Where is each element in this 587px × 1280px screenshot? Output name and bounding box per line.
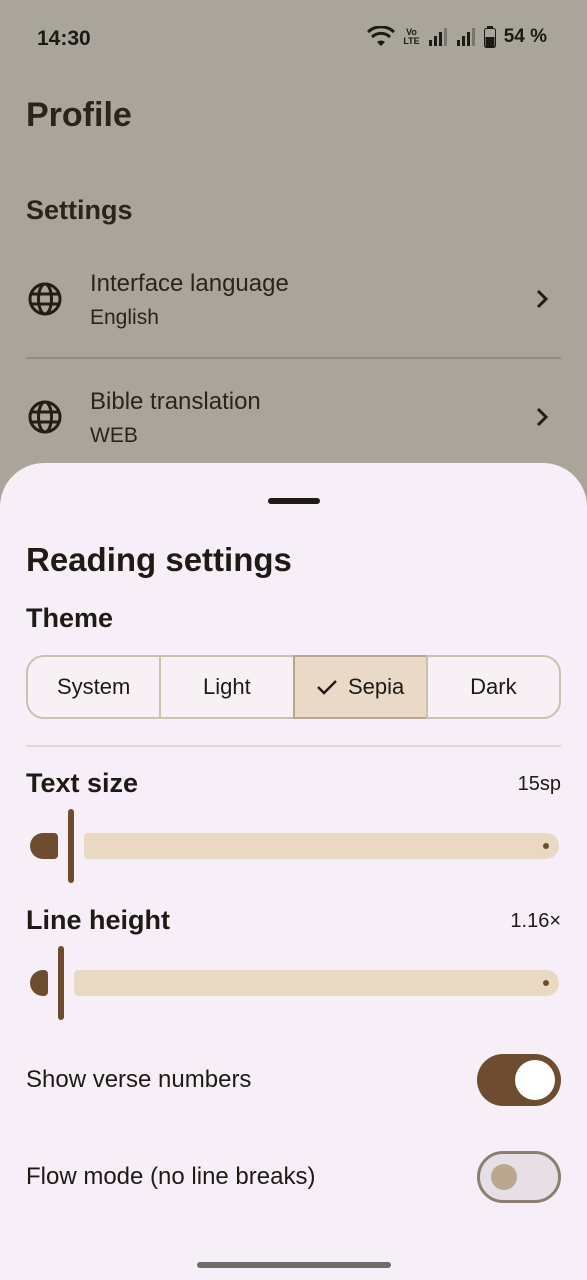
theme-option-label: Light: [203, 674, 251, 699]
divider: [26, 745, 561, 747]
flow-mode-switch[interactable]: [477, 1151, 561, 1203]
show-verse-numbers-label: Show verse numbers: [26, 1066, 252, 1093]
theme-label: Theme: [26, 603, 114, 633]
line-height-value: 1.16×: [510, 910, 561, 932]
line-height-slider[interactable]: [26, 946, 561, 1020]
slider-end-stop: [543, 843, 549, 849]
divider: [26, 357, 561, 359]
sheet-title: Reading settings: [26, 541, 292, 578]
status-bar: 14:30 Vo LTE 54 %: [0, 0, 587, 78]
row-subtitle: WEB: [90, 424, 138, 447]
theme-option-sepia[interactable]: Sepia: [292, 655, 428, 719]
switch-knob: [515, 1060, 555, 1100]
slider-active-track: [30, 970, 48, 996]
volte-bottom-text: LTE: [403, 36, 420, 46]
chevron-right-icon: [536, 407, 549, 427]
line-height-label: Line height: [26, 905, 170, 935]
globe-icon: [28, 400, 62, 434]
theme-option-light[interactable]: Light: [159, 655, 295, 719]
row-subtitle: English: [90, 306, 159, 329]
theme-segmented-control: System Light Sepia Dark: [26, 655, 561, 719]
volte-icon: Vo LTE: [403, 28, 419, 46]
slider-thumb[interactable]: [58, 946, 64, 1020]
slider-thumb[interactable]: [68, 809, 74, 883]
globe-icon: [28, 282, 62, 316]
slider-inactive-track: [74, 970, 559, 996]
battery-percent: 54 %: [503, 26, 547, 47]
slider-active-track: [30, 833, 58, 859]
page-title: Profile: [26, 96, 132, 134]
row-title: Interface language: [90, 270, 289, 297]
drag-handle[interactable]: [268, 498, 320, 504]
slider-inactive-track: [84, 833, 559, 859]
theme-option-label: Sepia: [347, 674, 405, 699]
show-verse-numbers-switch[interactable]: [477, 1054, 561, 1106]
status-time: 14:30: [37, 27, 91, 50]
show-verse-numbers-row[interactable]: Show verse numbers: [26, 1050, 561, 1110]
text-size-value: 15sp: [517, 773, 561, 795]
check-icon: [317, 680, 337, 695]
row-title: Bible translation: [90, 388, 261, 415]
theme-option-label: System: [56, 674, 131, 699]
slider-end-stop: [543, 980, 549, 986]
flow-mode-row[interactable]: Flow mode (no line breaks): [26, 1147, 561, 1207]
text-size-label: Text size: [26, 768, 139, 798]
theme-option-dark[interactable]: Dark: [425, 655, 561, 719]
signal-icon: [428, 28, 447, 46]
chevron-right-icon: [536, 289, 549, 309]
section-title: Settings: [26, 195, 133, 225]
text-size-slider[interactable]: [26, 809, 561, 883]
status-icons: Vo LTE 54 %: [367, 26, 547, 48]
signal-icon: [456, 28, 475, 46]
setting-row-interface-language[interactable]: Interface language English: [0, 268, 587, 368]
battery-icon: [483, 26, 496, 48]
theme-option-system[interactable]: System: [26, 655, 162, 719]
gesture-navigation-bar[interactable]: [197, 1262, 391, 1268]
wifi-icon: [367, 26, 396, 46]
flow-mode-label: Flow mode (no line breaks): [26, 1163, 316, 1190]
reading-settings-sheet: Reading settings Theme System Light Sepi…: [0, 463, 587, 1280]
switch-knob: [491, 1164, 517, 1190]
theme-option-label: Dark: [470, 674, 517, 699]
